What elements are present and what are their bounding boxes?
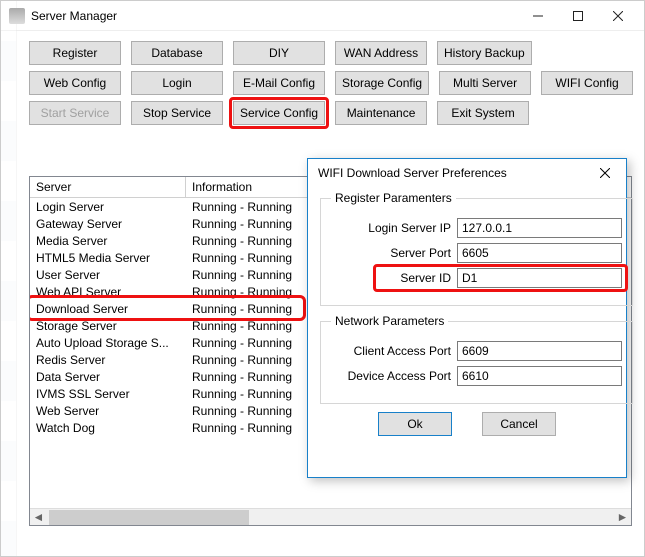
cell-server: Web API Server	[30, 285, 186, 299]
dialog-close-button[interactable]	[590, 161, 620, 185]
cell-server: Redis Server	[30, 353, 186, 367]
exit-system-button[interactable]: Exit System	[437, 101, 529, 125]
ok-button[interactable]: Ok	[378, 412, 452, 436]
maximize-button[interactable]	[558, 2, 598, 30]
col-server[interactable]: Server	[30, 177, 186, 197]
cell-server: Data Server	[30, 370, 186, 384]
titlebar: Server Manager	[1, 1, 644, 31]
dialog-title: WIFI Download Server Preferences	[318, 166, 590, 180]
scroll-thumb[interactable]	[49, 510, 249, 525]
app-icon	[9, 8, 25, 24]
minimize-button[interactable]	[518, 2, 558, 30]
cell-server: Gateway Server	[30, 217, 186, 231]
web-config-button[interactable]: Web Config	[29, 71, 121, 95]
maintenance-button[interactable]: Maintenance	[335, 101, 427, 125]
field-label: Device Access Port	[331, 369, 451, 383]
database-button[interactable]: Database	[131, 41, 223, 65]
multi-server-button[interactable]: Multi Server	[439, 71, 531, 95]
wan-address-button[interactable]: WAN Address	[335, 41, 427, 65]
window-title: Server Manager	[31, 9, 518, 23]
service-config-button[interactable]: Service Config	[233, 101, 325, 125]
cell-server: Storage Server	[30, 319, 186, 333]
toolbar: Register Database DIY WAN Address History Ba…	[1, 31, 644, 135]
start-service-button: Start Service	[29, 101, 121, 125]
scroll-left-icon[interactable]: ◄	[30, 509, 47, 526]
e-mail-config-button[interactable]: E-Mail Config	[233, 71, 325, 95]
login-button[interactable]: Login	[131, 71, 223, 95]
diy-button[interactable]: DIY	[233, 41, 325, 65]
group-legend: Register Paramenters	[331, 191, 456, 205]
server-id-input[interactable]	[457, 268, 622, 288]
field-label: Server Port	[331, 246, 451, 260]
cell-server: User Server	[30, 268, 186, 282]
cell-server: Media Server	[30, 234, 186, 248]
cell-server: HTML5 Media Server	[30, 251, 186, 265]
cell-server: Watch Dog	[30, 421, 186, 435]
network-params-group: Network Parameters Client Access Port Dev…	[320, 314, 633, 404]
left-gutter	[1, 1, 17, 556]
field-label: Client Access Port	[331, 344, 451, 358]
register-params-group: Register Paramenters Login Server IP Serv…	[320, 191, 633, 306]
close-button[interactable]	[598, 2, 638, 30]
cell-server: Auto Upload Storage S...	[30, 336, 186, 350]
register-button[interactable]: Register	[29, 41, 121, 65]
client-access-port-input[interactable]	[457, 341, 622, 361]
wifi-config-button[interactable]: WIFI Config	[541, 71, 633, 95]
hscrollbar[interactable]: ◄ ►	[30, 508, 631, 525]
login-server-ip-input[interactable]	[457, 218, 622, 238]
cell-server: IVMS SSL Server	[30, 387, 186, 401]
stop-service-button[interactable]: Stop Service	[131, 101, 223, 125]
field-label: Login Server IP	[331, 221, 451, 235]
history-backup-button[interactable]: History Backup	[437, 41, 532, 65]
group-legend: Network Parameters	[331, 314, 448, 328]
cell-server: Login Server	[30, 200, 186, 214]
field-label: Server ID	[331, 271, 451, 285]
storage-config-button[interactable]: Storage Config	[335, 71, 429, 95]
server-port-input[interactable]	[457, 243, 622, 263]
device-access-port-input[interactable]	[457, 366, 622, 386]
scroll-right-icon[interactable]: ►	[614, 509, 631, 526]
cancel-button[interactable]: Cancel	[482, 412, 556, 436]
wifi-preferences-dialog: WIFI Download Server Preferences Registe…	[307, 158, 627, 478]
cell-server: Web Server	[30, 404, 186, 418]
cell-server: Download Server	[30, 302, 186, 316]
